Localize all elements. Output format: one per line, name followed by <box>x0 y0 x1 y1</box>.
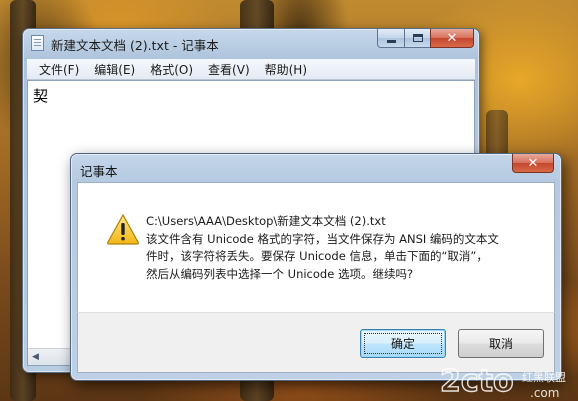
maximize-button[interactable] <box>404 29 430 48</box>
message-line-2: 件时，该字符将丢失。要保存 Unicode 信息，单击下面的“取消”， <box>146 249 488 263</box>
cancel-button[interactable]: 取消 <box>458 329 544 358</box>
menu-format[interactable]: 格式(O) <box>144 61 199 78</box>
menu-file[interactable]: 文件(F) <box>33 61 85 78</box>
save-warning-dialog: 记事本 ✕ C:\Users\AAA\Desktop\新建文本文档 (2).tx… <box>70 153 562 381</box>
notepad-titlebar[interactable]: 新建文本文档 (2).txt - 记事本 ✕ <box>23 29 479 57</box>
maximize-icon <box>412 34 423 42</box>
close-button[interactable]: ✕ <box>430 29 474 48</box>
dialog-button-bar: 确定 取消 <box>77 312 555 373</box>
warning-icon <box>107 213 139 245</box>
notepad-title: 新建文本文档 (2).txt - 记事本 <box>51 38 219 53</box>
ok-button[interactable]: 确定 <box>360 329 446 358</box>
notepad-app-icon[interactable] <box>31 35 44 51</box>
close-icon: ✕ <box>527 155 539 171</box>
dialog-close-button[interactable]: ✕ <box>512 154 554 173</box>
caption-buttons: ✕ <box>377 29 474 48</box>
minimize-icon <box>386 39 396 43</box>
editor-content: 契 <box>33 87 49 105</box>
message-line-3: 然后从编码列表中选择一个 Unicode 选项。继续吗? <box>146 266 414 281</box>
scroll-left-icon[interactable]: ◀ <box>32 352 39 362</box>
menu-help[interactable]: 帮助(H) <box>259 61 313 78</box>
menu-bar: 文件(F) 编辑(E) 格式(O) 查看(V) 帮助(H) <box>27 59 475 80</box>
dialog-body: C:\Users\AAA\Desktop\新建文本文档 (2).txt 该文件含… <box>77 182 555 312</box>
menu-edit[interactable]: 编辑(E) <box>88 61 141 78</box>
dialog-title: 记事本 <box>80 164 118 179</box>
message-line-1: 该文件含有 Unicode 格式的字符，当文件保存为 ANSI 编码的文本文 <box>146 231 499 246</box>
dialog-message: C:\Users\AAA\Desktop\新建文本文档 (2).txt 该文件含… <box>146 213 546 283</box>
close-icon: ✕ <box>446 30 458 46</box>
minimize-button[interactable] <box>377 29 404 48</box>
file-path-text: C:\Users\AAA\Desktop\新建文本文档 (2).txt <box>146 214 386 228</box>
menu-view[interactable]: 查看(V) <box>202 61 256 78</box>
